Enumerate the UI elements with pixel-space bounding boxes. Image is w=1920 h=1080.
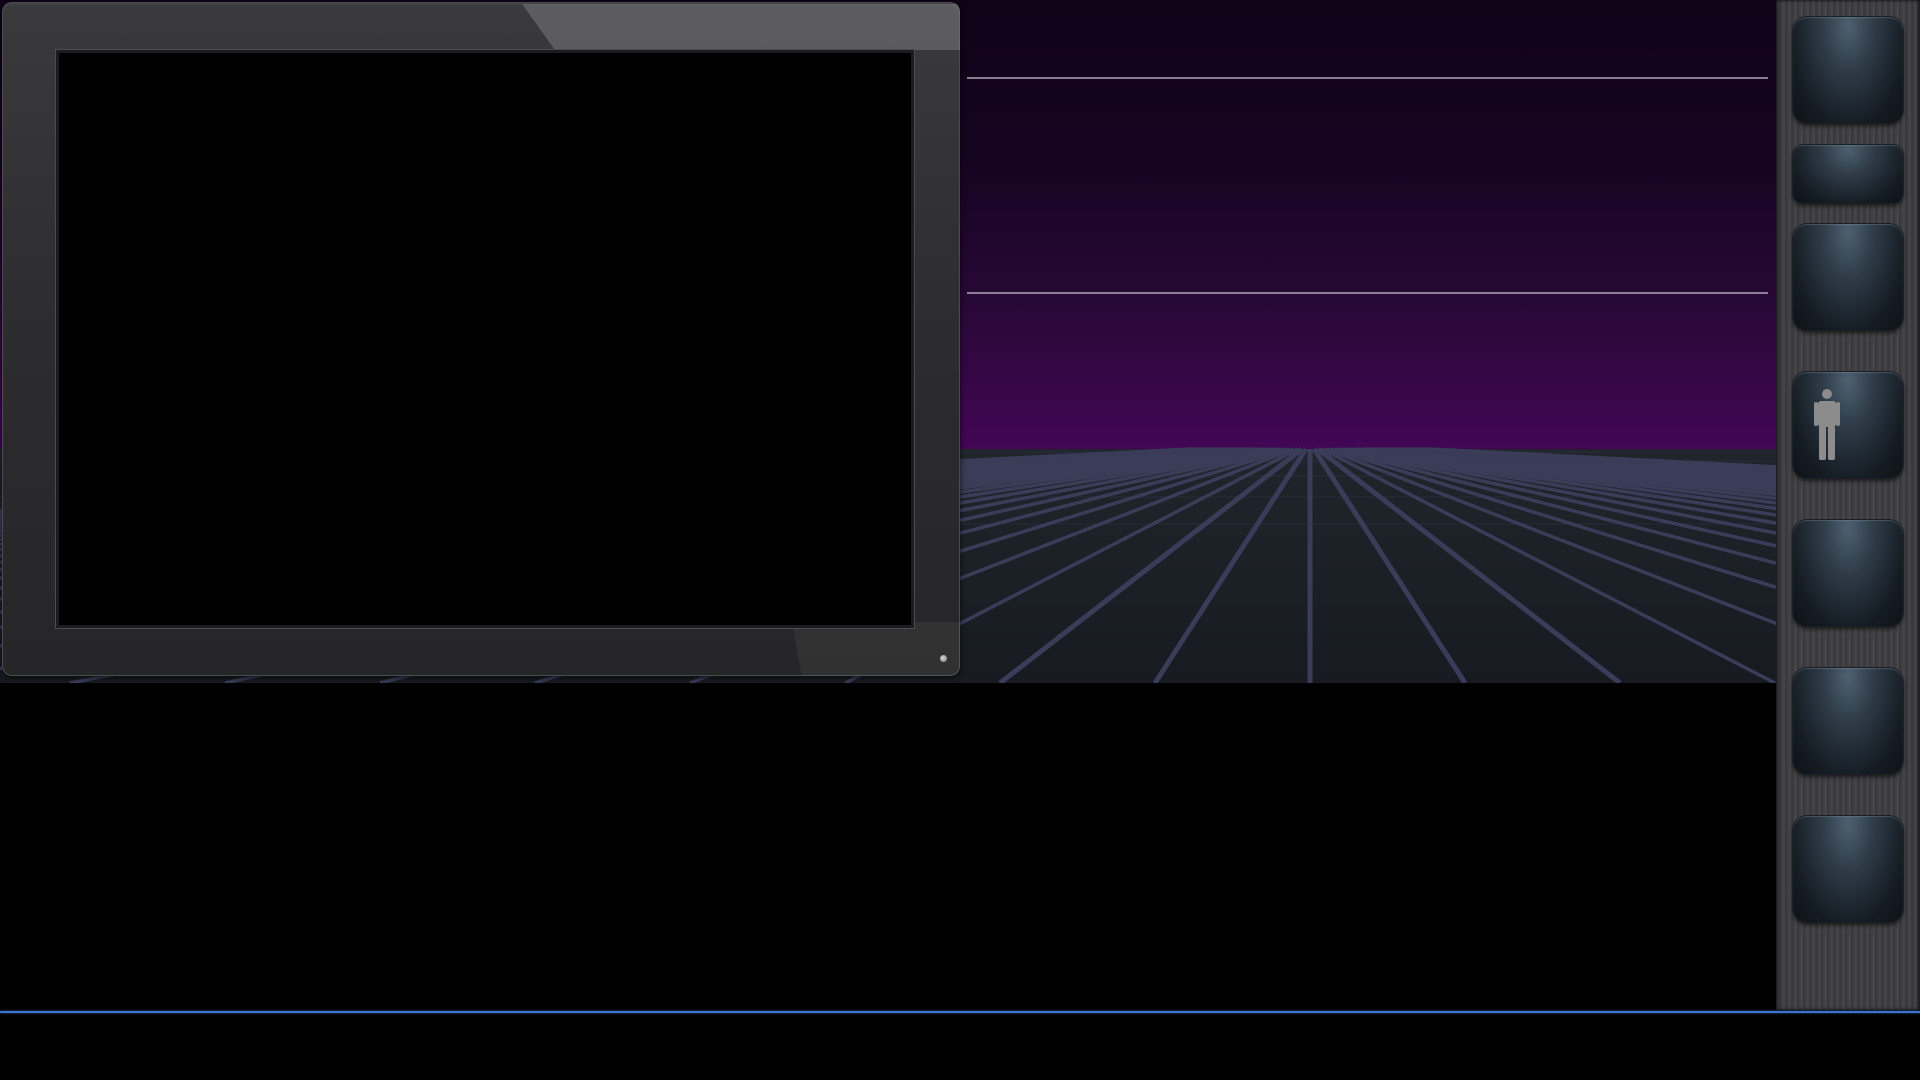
strip-button-7[interactable] <box>1793 816 1903 922</box>
strip-button-2[interactable] <box>1793 145 1903 203</box>
strip-button-1[interactable] <box>1793 17 1903 123</box>
monitor-frame <box>2 2 960 676</box>
strip-button-5[interactable] <box>1793 520 1903 626</box>
app-window <box>0 0 1920 1080</box>
strip-button-person[interactable] <box>1793 372 1903 478</box>
status-line <box>0 1011 1920 1013</box>
person-icon <box>1814 389 1840 460</box>
strip-button-6[interactable] <box>1793 668 1903 774</box>
power-led-icon <box>940 655 947 662</box>
side-button-strip <box>1776 0 1920 1010</box>
monitor-screen[interactable] <box>56 50 914 628</box>
strip-button-3[interactable] <box>1793 224 1903 330</box>
